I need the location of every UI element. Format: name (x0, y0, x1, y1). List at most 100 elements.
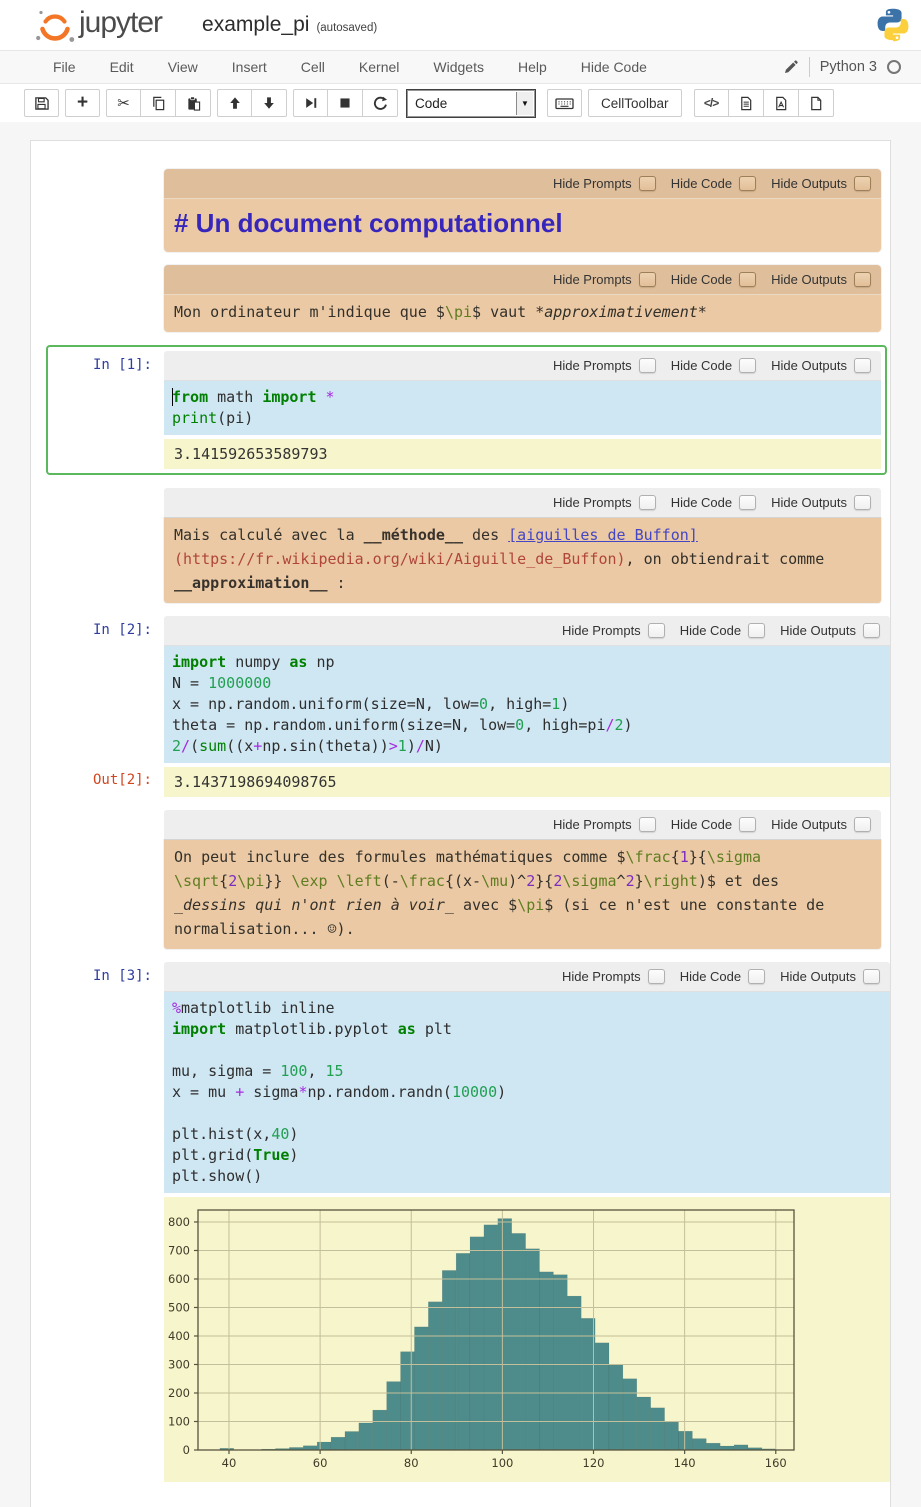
toolbar: + ✂ Code ▼ CellToolbar </ (0, 84, 921, 122)
svg-text:600: 600 (168, 1272, 190, 1286)
svg-text:400: 400 (168, 1329, 190, 1343)
hide-toggle-checkbox[interactable] (739, 272, 756, 287)
keyboard-shortcuts-button[interactable] (547, 89, 582, 117)
code-line: N = 1000000 (172, 673, 882, 694)
hide-toggle-label: Hide Prompts (553, 358, 632, 373)
markdown-cell[interactable]: Hide PromptsHide CodeHide Outputs# Un do… (164, 169, 881, 252)
export-pdf-button[interactable] (764, 89, 799, 117)
hide-toggle-checkbox[interactable] (739, 817, 756, 832)
stop-kernel-button[interactable] (328, 89, 363, 117)
selected-cell-box: In [1]:Hide PromptsHide CodeHide Outputs… (46, 345, 887, 475)
move-down-icon (262, 96, 276, 110)
markdown-source[interactable]: Mais calculé avec la __méthode__ des [ai… (164, 518, 881, 603)
hide-toggle-checkbox[interactable] (739, 495, 756, 510)
notebook-container: Hide PromptsHide CodeHide Outputs# Un do… (30, 140, 891, 1507)
code-cell: In [3]:Hide PromptsHide CodeHide Outputs… (31, 962, 890, 1193)
save-icon (34, 96, 49, 111)
cell-main: Hide PromptsHide CodeHide Outputsfrom ma… (164, 351, 881, 435)
notebook-cell: Hide PromptsHide CodeHide OutputsMon ord… (31, 265, 890, 332)
run-cell-button[interactable] (293, 89, 328, 117)
notebook-title[interactable]: example_pi (202, 13, 309, 37)
input-prompt: In [1]: (52, 351, 164, 435)
hide-toggle-checkbox[interactable] (854, 272, 871, 287)
menu-item-help[interactable]: Help (501, 59, 564, 75)
save-button[interactable] (24, 89, 59, 117)
cut-cell-button[interactable]: ✂ (106, 89, 141, 117)
hide-toggle-checkbox[interactable] (639, 495, 656, 510)
export-html-button[interactable] (729, 89, 764, 117)
svg-text:120: 120 (583, 1456, 605, 1470)
hide-toggle-label: Hide Prompts (553, 817, 632, 832)
hide-toggle-label: Hide Outputs (771, 358, 847, 373)
file-text-icon (739, 96, 753, 111)
code-input-area[interactable]: import numpy as npN = 1000000x = np.rand… (164, 646, 890, 763)
menu-item-cell[interactable]: Cell (284, 59, 342, 75)
restart-kernel-button[interactable] (363, 89, 398, 117)
kernel-idle-icon (887, 60, 901, 74)
cell-type-select[interactable]: Code ▼ (407, 90, 535, 117)
markdown-cell[interactable]: Hide PromptsHide CodeHide OutputsMais ca… (164, 488, 881, 603)
cell-toolbar: Hide PromptsHide CodeHide Outputs (164, 169, 881, 199)
hide-toggle-checkbox[interactable] (748, 969, 765, 984)
hide-toggle-checkbox[interactable] (739, 358, 756, 373)
menu-item-widgets[interactable]: Widgets (416, 59, 501, 75)
menu-item-edit[interactable]: Edit (93, 59, 151, 75)
hide-toggle-checkbox[interactable] (639, 817, 656, 832)
hide-toggle-label: Hide Outputs (771, 272, 847, 287)
copy-cell-button[interactable] (141, 89, 176, 117)
markdown-source[interactable]: Mon ordinateur m'indique que $\pi$ vaut … (164, 295, 881, 332)
code-line: plt.grid(True) (172, 1145, 882, 1166)
hide-toggle-checkbox[interactable] (739, 176, 756, 191)
output-prompt: Out[2]: (31, 767, 164, 797)
hide-toggle-checkbox[interactable] (639, 358, 656, 373)
restart-icon (373, 96, 388, 111)
hide-toggle-checkbox[interactable] (639, 176, 656, 191)
hide-toggle-checkbox[interactable] (648, 969, 665, 984)
add-cell-icon: + (77, 93, 88, 112)
celltoolbar-button[interactable]: CellToolbar (588, 89, 682, 117)
hide-toggle-checkbox[interactable] (863, 969, 880, 984)
jupyter-logo[interactable]: jupyter (33, 2, 162, 48)
hide-toggle-checkbox[interactable] (648, 623, 665, 638)
svg-text:200: 200 (168, 1386, 190, 1400)
menu-right: Python 3 (783, 57, 907, 77)
add-cell-button[interactable]: + (65, 89, 100, 117)
hide-toggle-checkbox[interactable] (854, 358, 871, 373)
file-blank-icon (809, 96, 823, 111)
hide-toggle-checkbox[interactable] (863, 623, 880, 638)
hide-toggle-checkbox[interactable] (748, 623, 765, 638)
menu-item-hide-code[interactable]: Hide Code (564, 59, 664, 75)
move-cell-up-button[interactable] (217, 89, 252, 117)
move-cell-down-button[interactable] (252, 89, 287, 117)
notebook-cell: Hide PromptsHide CodeHide OutputsOn peut… (31, 810, 890, 949)
markdown-cell[interactable]: Hide PromptsHide CodeHide OutputsOn peut… (164, 810, 881, 949)
markdown-line: __approximation__ : (174, 571, 871, 595)
hide-toggle-checkbox[interactable] (854, 495, 871, 510)
code-format-icon: </> (704, 96, 718, 110)
paste-cell-button[interactable] (176, 89, 211, 117)
code-line: theta = np.random.uniform(size=N, low=0,… (172, 715, 882, 736)
code-line: x = np.random.uniform(size=N, low=0, hig… (172, 694, 882, 715)
menu-item-kernel[interactable]: Kernel (342, 59, 416, 75)
cut-icon: ✂ (117, 96, 130, 111)
code-input-area[interactable]: %matplotlib inlineimport matplotlib.pypl… (164, 992, 890, 1193)
markdown-cell[interactable]: Hide PromptsHide CodeHide OutputsMon ord… (164, 265, 881, 332)
svg-text:800: 800 (168, 1215, 190, 1229)
run-icon (304, 96, 318, 110)
menu-item-insert[interactable]: Insert (215, 59, 284, 75)
menu-item-file[interactable]: File (36, 59, 93, 75)
code-line: x = mu + sigma*np.random.randn(10000) (172, 1082, 882, 1103)
hide-toggle-checkbox[interactable] (854, 817, 871, 832)
code-format-button[interactable]: </> (694, 89, 729, 117)
hide-toggle-label: Hide Outputs (780, 969, 856, 984)
cell-toolbar: Hide PromptsHide CodeHide Outputs (164, 488, 881, 518)
menu-item-view[interactable]: View (151, 59, 215, 75)
hide-toggle-checkbox[interactable] (854, 176, 871, 191)
markdown-source[interactable]: On peut inclure des formules mathématiqu… (164, 840, 881, 949)
code-input-area[interactable]: from math import *print(pi) (164, 381, 881, 435)
output-text: 3.1437198694098765 (164, 767, 890, 797)
hide-toggle-checkbox[interactable] (639, 272, 656, 287)
new-file-button[interactable] (799, 89, 834, 117)
svg-text:100: 100 (168, 1414, 190, 1428)
hide-toggle-label: Hide Outputs (780, 623, 856, 638)
